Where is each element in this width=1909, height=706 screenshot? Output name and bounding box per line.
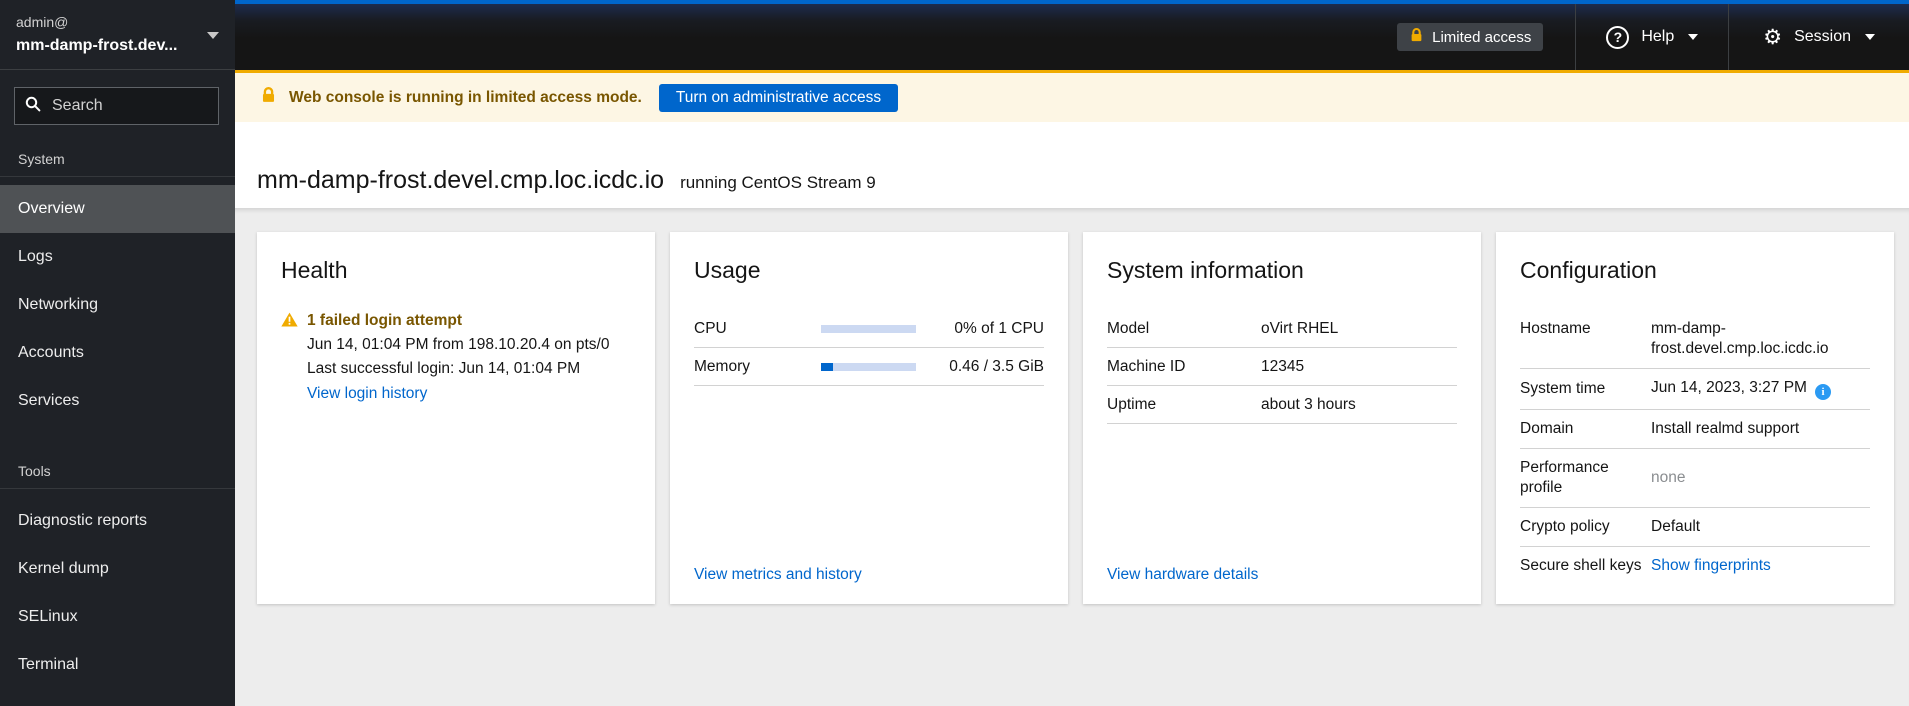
system-information-card-title: System information <box>1107 257 1304 283</box>
search-area <box>0 70 261 141</box>
view-login-history-link[interactable]: View login history <box>307 382 427 406</box>
sidebar-item-accounts[interactable]: Accounts <box>0 329 235 377</box>
logged-in-user: admin@ <box>16 14 69 30</box>
sidebar: admin@ mm-damp-frost.dev... System Overvi… <box>0 0 261 706</box>
search-box <box>14 87 261 125</box>
sidebar-item-services[interactable]: Services <box>0 377 235 425</box>
help-menu[interactable]: ? Help <box>1575 4 1728 70</box>
current-host: mm-damp-frost.dev... <box>16 37 178 54</box>
search-icon <box>25 96 41 117</box>
domain-label: Domain <box>1520 420 1574 437</box>
chevron-down-icon <box>1688 34 1699 40</box>
configuration-card: Configuration Hostname mm-damp-frost.deve… <box>1496 232 1894 604</box>
crypto-policy-label: Crypto policy <box>1520 518 1610 535</box>
sidebar-nav: System Overview Logs Networking Accounts Serv… <box>0 141 235 689</box>
nav-section-system: System Overview Logs Networking Accounts Serv… <box>0 141 235 425</box>
sidebar-item-diagnostic-reports[interactable]: Diagnostic reports <box>0 497 235 545</box>
usage-row-memory: Memory 0.46 / 3.5 GiB <box>694 348 1044 386</box>
sidebar-item-kernel-dump[interactable]: Kernel dump <box>0 545 235 593</box>
performance-profile-label: Performance profile <box>1520 459 1609 496</box>
lock-icon <box>1409 27 1424 47</box>
sidebar-item-overview[interactable]: Overview <box>0 185 235 233</box>
usage-rows: CPU 0% of 1 CPU Memory 0.46 / 3.5 GiB <box>694 310 1044 386</box>
show-fingerprints-link[interactable]: Show fingerprints <box>1651 557 1771 574</box>
config-row-domain: Domain Install realmd support <box>1520 410 1870 449</box>
hostname-label: Hostname <box>1520 320 1591 337</box>
gear-icon: ⚙ <box>1763 25 1783 49</box>
configuration-card-title: Configuration <box>1520 257 1657 283</box>
sidebar-item-selinux[interactable]: SELinux <box>0 593 235 641</box>
nav-section-title-system: System <box>0 141 235 177</box>
model-value: oVirt RHEL <box>1261 319 1339 337</box>
nav-section-title-tools: Tools <box>0 453 235 489</box>
page-header: mm-damp-frost.devel.cmp.loc.icdc.io runn… <box>235 122 1909 208</box>
sidebar-item-terminal[interactable]: Terminal <box>0 641 235 689</box>
model-label: Model <box>1107 319 1150 337</box>
usage-card: Usage CPU 0% of 1 CPU Memory 0.46 / 3.5 GiB… <box>670 232 1068 604</box>
limited-access-label: Limited access <box>1432 28 1532 46</box>
help-label: Help <box>1641 28 1675 45</box>
host-switcher[interactable]: admin@ mm-damp-frost.dev... <box>0 0 235 70</box>
health-card: Health 1 failed login attempt Jun 14, 01… <box>257 232 655 604</box>
warning-triangle-icon <box>281 312 298 406</box>
config-row-secure-shell-keys: Secure shell keys Show fingerprints <box>1520 547 1870 585</box>
config-row-performance-profile: Performance profile none <box>1520 449 1870 508</box>
memory-label: Memory <box>694 357 750 375</box>
session-label: Session <box>1794 28 1851 45</box>
uptime-label: Uptime <box>1107 395 1157 413</box>
cpu-value: 0% of 1 CPU <box>954 319 1044 337</box>
limited-access-button[interactable]: Limited access <box>1397 23 1544 51</box>
chevron-down-icon <box>207 32 219 39</box>
turn-on-admin-access-button[interactable]: Turn on administrative access <box>658 83 899 112</box>
system-time-label: System time <box>1520 380 1606 397</box>
cpu-label: CPU <box>694 319 727 337</box>
view-hardware-details-link[interactable]: View hardware details <box>1107 566 1258 584</box>
banner-message: Web console is running in limited access… <box>289 88 642 106</box>
usage-row-cpu: CPU 0% of 1 CPU <box>694 310 1044 348</box>
system-time-value: Jun 14, 2023, 3:27 PM i <box>1651 378 1870 400</box>
cpu-progress-bar <box>821 324 916 333</box>
secure-shell-keys-label: Secure shell keys <box>1520 557 1642 574</box>
search-input[interactable] <box>50 96 261 116</box>
failed-login-alert-title: 1 failed login attempt <box>307 312 463 329</box>
system-information-card: System information Model oVirt RHEL Machin… <box>1083 232 1481 604</box>
machine-id-value: 12345 <box>1261 357 1305 375</box>
usage-card-title: Usage <box>694 257 761 283</box>
config-row-crypto-policy: Crypto policy Default <box>1520 508 1870 547</box>
view-metrics-link[interactable]: View metrics and history <box>694 566 862 584</box>
os-subtitle: running CentOS Stream 9 <box>680 173 876 192</box>
machine-id-label: Machine ID <box>1107 357 1186 375</box>
info-icon[interactable]: i <box>1814 384 1831 400</box>
system-information-rows: Model oVirt RHEL Machine ID 12345 Uptime abou… <box>1107 310 1457 424</box>
memory-value: 0.46 / 3.5 GiB <box>949 357 1044 375</box>
domain-value: Install realmd support <box>1651 420 1800 437</box>
sysinfo-row-uptime: Uptime about 3 hours <box>1107 386 1457 424</box>
memory-progress-fill <box>821 362 834 371</box>
memory-progress-bar <box>821 362 916 371</box>
chevron-down-icon <box>1865 34 1875 40</box>
uptime-value: about 3 hours <box>1261 395 1356 413</box>
sidebar-item-networking[interactable]: Networking <box>0 281 235 329</box>
sysinfo-row-model: Model oVirt RHEL <box>1107 310 1457 348</box>
limited-access-banner: Web console is running in limited access… <box>235 70 1909 122</box>
health-card-title: Health <box>281 257 348 283</box>
secure-shell-keys-value: Show fingerprints <box>1651 556 1870 576</box>
hostname-value: mm-damp-frost.devel.cmp.loc.icdc.io <box>1651 320 1829 357</box>
performance-profile-value: none <box>1651 469 1686 486</box>
last-successful-login: Last successful login: Jun 14, 01:04 PM <box>307 360 581 377</box>
nav-section-tools: Tools Diagnostic reports Kernel dump SELinu… <box>0 453 235 689</box>
sidebar-item-logs[interactable]: Logs <box>0 233 235 281</box>
overview-content: Health 1 failed login attempt Jun 14, 01… <box>235 208 1909 706</box>
lock-icon <box>260 86 277 109</box>
config-row-system-time: System time Jun 14, 2023, 3:27 PM i <box>1520 369 1870 410</box>
help-icon: ? <box>1606 25 1630 49</box>
crypto-policy-value: Default <box>1651 518 1701 535</box>
masthead: Limited access ? Help ⚙ Session <box>235 0 1909 70</box>
configuration-rows: Hostname mm-damp-frost.devel.cmp.loc.icdc… <box>1520 310 1870 585</box>
page-title: mm-damp-frost.devel.cmp.loc.icdc.io <box>257 166 665 194</box>
session-menu[interactable]: ⚙ Session <box>1728 4 1909 70</box>
failed-login-detail: Jun 14, 01:04 PM from 198.10.20.4 on pts… <box>307 336 610 353</box>
config-row-hostname: Hostname mm-damp-frost.devel.cmp.loc.icdc… <box>1520 310 1870 369</box>
sysinfo-row-machine-id: Machine ID 12345 <box>1107 348 1457 386</box>
